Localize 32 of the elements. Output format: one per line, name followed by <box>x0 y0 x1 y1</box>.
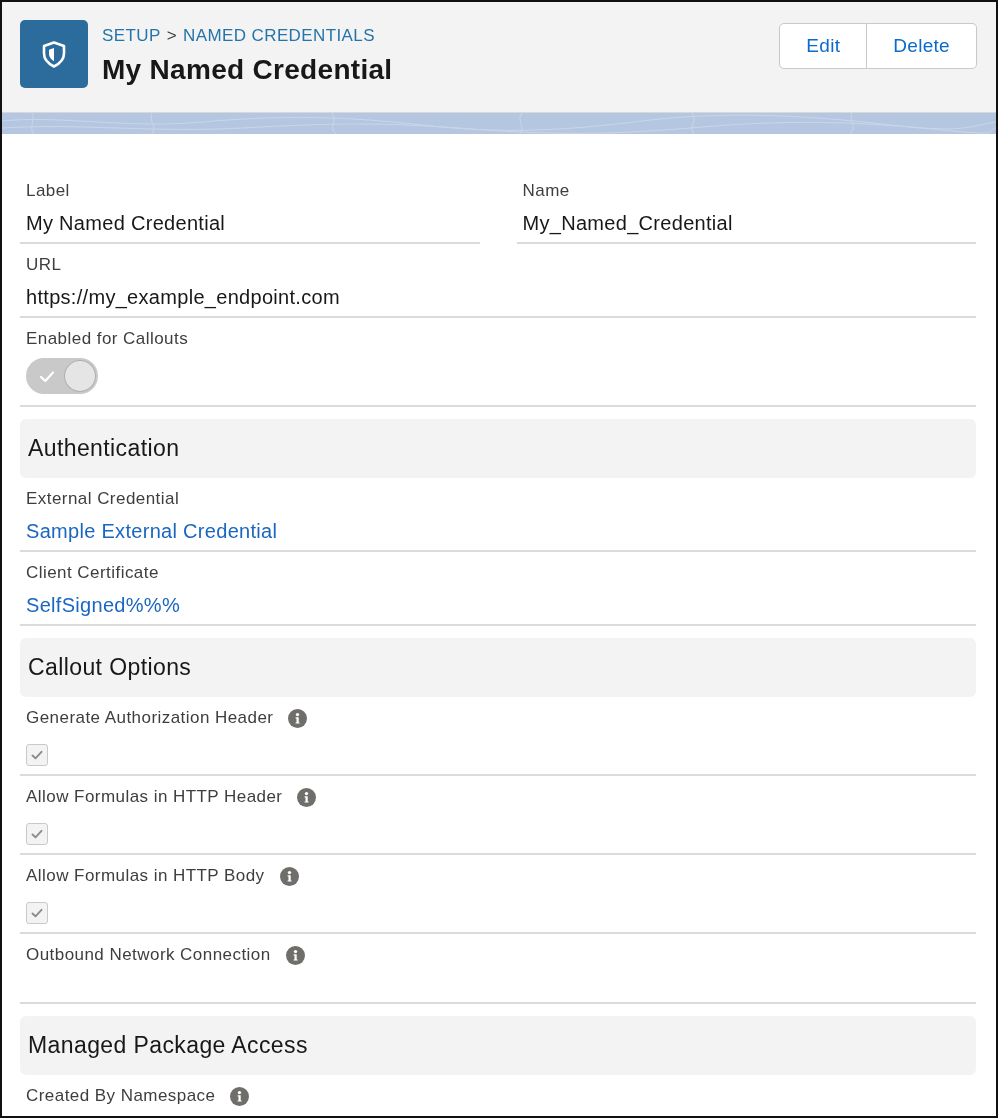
section-header: Callout Options <box>20 638 976 697</box>
field-label: Outbound Network Connection <box>26 945 271 965</box>
shield-icon <box>20 20 88 88</box>
field-link[interactable]: Sample External Credential <box>26 520 278 542</box>
info-icon[interactable] <box>230 1086 250 1106</box>
breadcrumb-link[interactable]: NAMED CREDENTIALS <box>183 25 375 47</box>
field-value: My Named Credential <box>26 211 227 236</box>
action-button[interactable]: Edit <box>779 23 868 69</box>
field-label: Name <box>522 181 570 201</box>
field-label: Label <box>26 181 70 201</box>
section-header: Authentication <box>20 419 976 478</box>
check-icon <box>31 829 43 839</box>
field-label: Created By Namespace <box>26 1086 216 1106</box>
field-label: Client Certificate <box>26 563 159 583</box>
info-icon[interactable] <box>285 945 305 965</box>
check-icon <box>39 369 55 383</box>
breadcrumb-separator: > <box>166 25 177 47</box>
check-icon <box>31 750 43 760</box>
field-value: https://my_example_endpoint.com <box>26 285 341 311</box>
check-icon <box>31 908 43 918</box>
field-value: My_Named_Credential <box>522 211 734 237</box>
section-header: Managed Package Access <box>20 1016 976 1075</box>
page-title: My Named Credential <box>102 53 393 87</box>
field-label: External Credential <box>26 489 180 509</box>
field-label: URL <box>26 255 62 275</box>
field-label: Allow Formulas in HTTP Body <box>26 866 265 886</box>
field-label: Allow Formulas in HTTP Header <box>26 787 283 807</box>
action-button[interactable]: Delete <box>867 23 977 69</box>
field-label: Generate Authorization Header <box>26 708 274 728</box>
breadcrumb-link[interactable]: SETUP <box>102 25 161 47</box>
field-link[interactable]: SelfSigned%%% <box>26 594 180 616</box>
field-label: Enabled for Callouts <box>26 329 189 349</box>
